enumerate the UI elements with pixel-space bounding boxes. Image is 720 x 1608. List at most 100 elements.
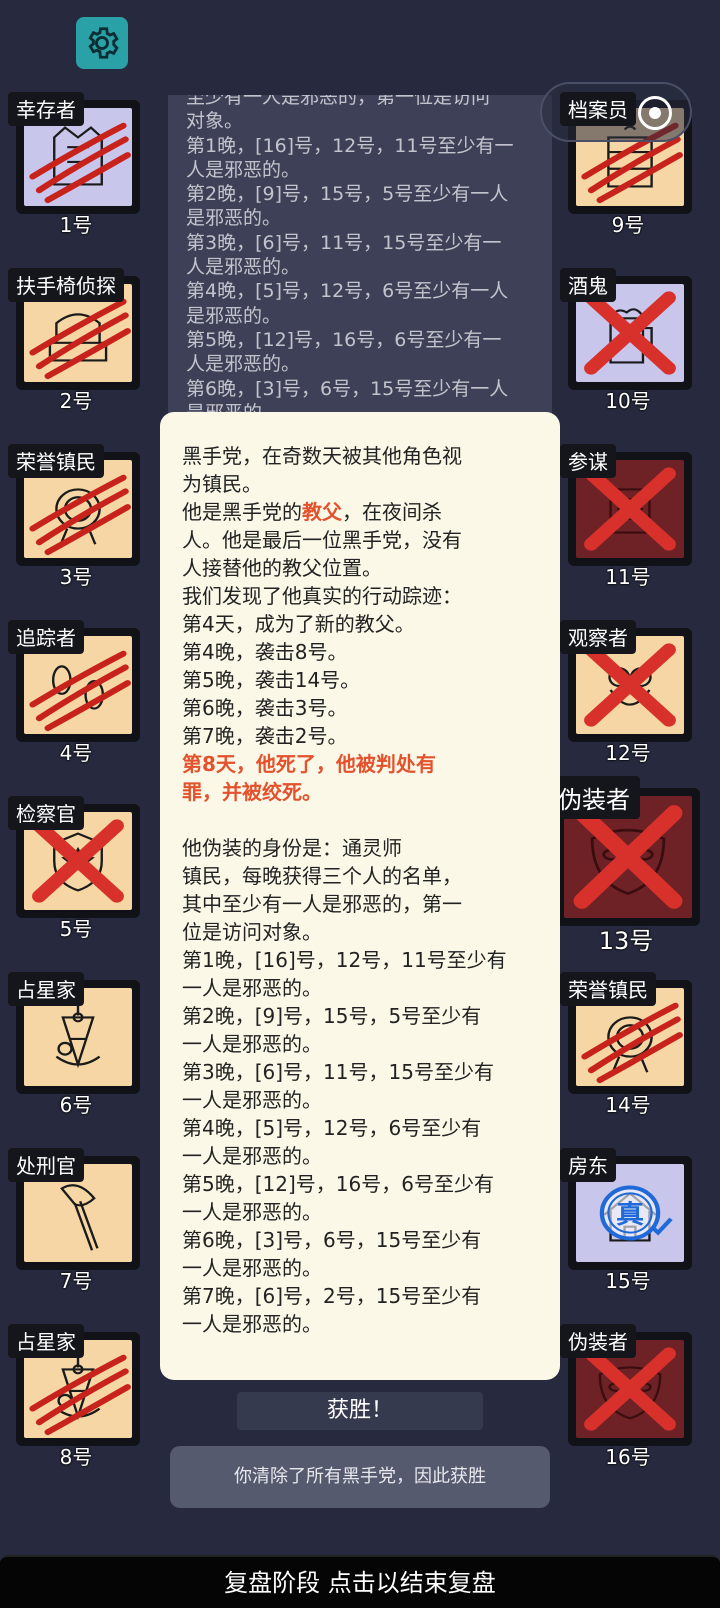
event-log: 至少有一人是邪恶的，第一位是访问对象。 第1晚，[16]号，12号，11号至少有一… bbox=[168, 95, 552, 425]
disguise-line: 第4晚，[5]号，12号，6号至少有 bbox=[182, 1116, 482, 1140]
role-label: 占星家 bbox=[8, 972, 84, 1006]
role-label: 房东 bbox=[560, 1148, 616, 1182]
log-line: 人是邪恶的。 bbox=[186, 353, 301, 376]
player-card-7[interactable]: 处刑官 7号 bbox=[8, 1148, 144, 1293]
role-label: 扶手椅侦探 bbox=[8, 268, 124, 302]
seat-number: 13号 bbox=[598, 927, 654, 955]
player-card-6[interactable]: 占星家 6号 bbox=[8, 972, 144, 1117]
trace-line: 第4晚，袭击8号。 bbox=[182, 640, 348, 664]
seat-number: 12号 bbox=[605, 741, 651, 765]
seat-number: 14号 bbox=[605, 1093, 651, 1117]
role-label: 检察官 bbox=[8, 796, 84, 830]
disguise-line: 一人是邪恶的。 bbox=[182, 1312, 322, 1336]
role-label: 参谋 bbox=[560, 444, 616, 478]
player-card-13[interactable]: 伪装者 13号 bbox=[548, 776, 704, 955]
disguise-line: 一人是邪恶的。 bbox=[182, 976, 322, 1000]
seat-number: 15号 bbox=[605, 1269, 651, 1293]
death-line-1: 第8天，他死了，他被判处有 bbox=[182, 752, 436, 776]
log-line: 第3晚，[6]号，11号，15号至少有一 bbox=[186, 231, 502, 254]
role-label: 追踪者 bbox=[8, 620, 84, 654]
disguise-line: 一人是邪恶的。 bbox=[182, 1144, 322, 1168]
disguise-line: 其中至少有一人是邪恶的，第一 bbox=[182, 892, 462, 916]
role-label: 伪装者 bbox=[560, 1324, 636, 1358]
log-line: 人是邪恶的。 bbox=[186, 158, 301, 181]
player-card-1[interactable]: 幸存者 1号 bbox=[8, 92, 144, 237]
player-card-15[interactable]: 真房东 15号 bbox=[560, 1148, 696, 1293]
seat-number: 8号 bbox=[59, 1445, 93, 1469]
role-name: 教父 bbox=[302, 500, 342, 524]
disguise-line: 一人是邪恶的。 bbox=[182, 1032, 322, 1056]
seat-number: 4号 bbox=[59, 741, 93, 765]
settings-button[interactable] bbox=[76, 17, 128, 69]
role-label: 荣誉镇民 bbox=[560, 972, 656, 1006]
player-card-4[interactable]: 追踪者 4号 bbox=[8, 620, 144, 765]
gear-icon bbox=[88, 27, 119, 59]
disguise-line: 位是访问对象。 bbox=[182, 920, 322, 944]
role-label: 酒鬼 bbox=[560, 268, 616, 302]
seat-number: 2号 bbox=[59, 389, 93, 413]
player-card-12[interactable]: 观察者 12号 bbox=[560, 620, 696, 765]
svg-text:真: 真 bbox=[616, 1200, 644, 1229]
disguise-line: 第3晚，[6]号，11号，15号至少有 bbox=[182, 1060, 494, 1084]
role-label: 档案员 bbox=[560, 92, 636, 126]
disguise-line: 一人是邪恶的。 bbox=[182, 1200, 322, 1224]
disguise-line: 第6晚，[3]号，6号，15号至少有 bbox=[182, 1228, 482, 1252]
trace-line: 第6晚，袭击3号。 bbox=[182, 696, 348, 720]
role-label: 观察者 bbox=[560, 620, 636, 654]
modal-intro-2: 为镇民。 bbox=[182, 472, 262, 496]
death-line-2: 罪，并被绞死。 bbox=[182, 780, 322, 804]
disguise-line: 一人是邪恶的。 bbox=[182, 1256, 322, 1280]
role-label: 幸存者 bbox=[8, 92, 84, 126]
log-line: 第4晚，[5]号，12号，6号至少有一人 bbox=[186, 280, 509, 303]
role-label: 占星家 bbox=[8, 1324, 84, 1358]
log-line: 是邪恶的。 bbox=[186, 207, 282, 230]
player-card-5[interactable]: 检察官 5号 bbox=[8, 796, 144, 941]
log-line: 第1晚，[16]号，12号，11号至少有一 bbox=[186, 134, 514, 157]
log-line: 第2晚，[9]号，15号，5号至少有一人 bbox=[186, 183, 509, 206]
role-detail-modal[interactable]: 黑手党，在奇数天被其他角色视 为镇民。 他是黑手党的教父，在夜间杀 人。他是最后… bbox=[160, 412, 560, 1380]
disguise-line: 第2晚，[9]号，15号，5号至少有 bbox=[182, 1004, 482, 1028]
trace-line: 第7晚，袭击2号。 bbox=[182, 724, 348, 748]
log-line: 对象。 bbox=[186, 110, 244, 133]
win-reason: 你清除了所有黑手党，因此获胜 bbox=[170, 1446, 550, 1508]
win-label: 获胜！ bbox=[237, 1392, 483, 1430]
modal-role-2: 人。他是最后一位黑手党，没有 bbox=[182, 528, 462, 552]
seat-number: 5号 bbox=[59, 917, 93, 941]
player-card-2[interactable]: 扶手椅侦探 2号 bbox=[8, 268, 144, 413]
disguise-line: 第7晚，[6]号，2号，15号至少有 bbox=[182, 1284, 482, 1308]
modal-intro-1: 黑手党，在奇数天被其他角色视 bbox=[182, 444, 462, 468]
role-label: 处刑官 bbox=[8, 1148, 84, 1182]
disguise-title: 他伪装的身份是：通灵师 bbox=[182, 836, 402, 860]
modal-role-line: 他是黑手党的教父，在夜间杀 bbox=[182, 500, 442, 524]
player-card-10[interactable]: 酒鬼 10号 bbox=[560, 268, 696, 413]
seat-number: 10号 bbox=[605, 389, 651, 413]
disguise-line: 第5晚，[12]号，16号，6号至少有 bbox=[182, 1172, 494, 1196]
log-line: 第5晚，[12]号，16号，6号至少有一 bbox=[186, 328, 502, 351]
disguise-line: 一人是邪恶的。 bbox=[182, 1088, 322, 1112]
role-label: 荣誉镇民 bbox=[8, 444, 104, 478]
trace-title: 我们发现了他真实的行动踪迹： bbox=[182, 584, 462, 608]
seat-number: 16号 bbox=[605, 1445, 651, 1469]
disguise-line: 镇民，每晚获得三个人的名单， bbox=[182, 864, 462, 888]
disguise-list: 镇民，每晚获得三个人的名单， 其中至少有一人是邪恶的，第一 位是访问对象。第1晚，[… bbox=[182, 862, 542, 1338]
player-card-3[interactable]: 荣誉镇民 3号 bbox=[8, 444, 144, 589]
seat-number: 9号 bbox=[611, 213, 645, 237]
player-card-11[interactable]: 参谋 11号 bbox=[560, 444, 696, 589]
role-label: 伪装者 bbox=[548, 776, 640, 819]
log-line: 第6晚，[3]号，6号，15号至少有一人 bbox=[186, 377, 509, 400]
log-line: 是邪恶的。 bbox=[186, 304, 282, 327]
seat-number: 7号 bbox=[59, 1269, 93, 1293]
log-line: 人是邪恶的。 bbox=[186, 256, 301, 279]
end-review-button[interactable]: 复盘阶段 点击以结束复盘 bbox=[0, 1555, 720, 1608]
seat-number: 1号 bbox=[59, 213, 93, 237]
trace-list: 第4天，成为了新的教父。 第4晚，袭击8号。 第5晚，袭击14号。 第6晚，袭击3号。… bbox=[182, 610, 542, 750]
player-card-14[interactable]: 荣誉镇民 14号 bbox=[560, 972, 696, 1117]
disguise-line: 第1晚，[16]号，12号，11号至少有 bbox=[182, 948, 507, 972]
close-target-icon[interactable] bbox=[638, 96, 672, 130]
log-line: 至少有一人是邪恶的，第一位是访问 bbox=[186, 95, 491, 108]
player-card-8[interactable]: 占星家 8号 bbox=[8, 1324, 144, 1469]
seat-number: 3号 bbox=[59, 565, 93, 589]
modal-role-3: 人接替他的教父位置。 bbox=[182, 556, 382, 580]
seat-number: 6号 bbox=[59, 1093, 93, 1117]
player-card-16[interactable]: 伪装者 16号 bbox=[560, 1324, 696, 1469]
